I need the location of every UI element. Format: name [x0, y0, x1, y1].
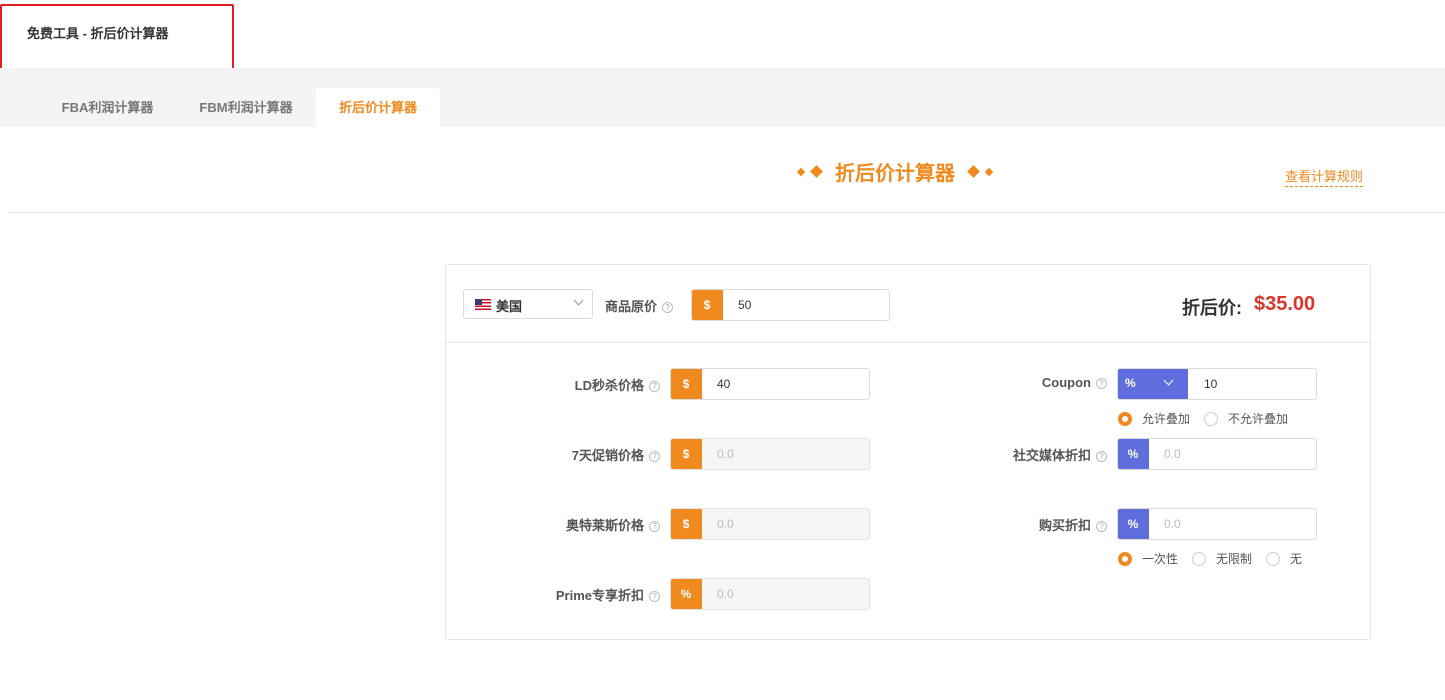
prime-discount-placeholder: 0.0	[717, 587, 734, 601]
calculator-card: 美国 商品原价? $ 50 折后价: $35.00 LD秒杀价格? $ 40 7…	[445, 264, 1371, 640]
seven-day-price-label: 7天促销价格?	[572, 445, 660, 464]
ld-price-value: 40	[717, 377, 731, 391]
radio-button-selected[interactable]	[1118, 411, 1132, 426]
purchase-discount-input[interactable]: % 0.0	[1117, 508, 1317, 540]
tab-bar: FBA利润计算器 FBM利润计算器 折后价计算器	[0, 68, 1445, 127]
page-title-group: 折后价计算器	[796, 157, 994, 186]
ld-price-label: LD秒杀价格?	[575, 375, 660, 394]
top-bar: 免费工具 - 折后价计算器	[0, 0, 1445, 77]
radio-button-selected[interactable]	[1118, 551, 1132, 566]
purchase-discount-label: 购买折扣?	[1039, 515, 1107, 534]
radio-allow-stacking[interactable]: 允许叠加	[1118, 410, 1190, 427]
page-title: 折后价计算器	[835, 163, 955, 185]
help-icon[interactable]: ?	[662, 302, 674, 313]
percent-prefix: %	[1118, 509, 1149, 539]
highlight-box	[0, 4, 234, 77]
seven-day-price-placeholder: 0.0	[717, 447, 734, 461]
prime-discount-input[interactable]: % 0.0	[670, 578, 870, 610]
original-price-input[interactable]: $ 50	[691, 289, 890, 321]
ld-price-input[interactable]: $ 40	[670, 368, 870, 400]
help-icon[interactable]: ?	[649, 381, 660, 392]
social-discount-placeholder: 0.0	[1164, 447, 1181, 461]
diamond-icon	[967, 165, 980, 178]
main-content: 折后价计算器 查看计算规则 美国 商品原价? $ 50 折后价: $35.00	[8, 127, 1445, 700]
us-flag-icon	[475, 299, 491, 310]
chevron-down-icon	[1163, 375, 1174, 386]
outlet-price-input[interactable]: $ 0.0	[670, 508, 870, 540]
coupon-type-select[interactable]: %	[1118, 369, 1188, 399]
help-icon[interactable]: ?	[1096, 521, 1107, 532]
help-icon[interactable]: ?	[1096, 451, 1107, 462]
prime-discount-label: Prime专享折扣?	[556, 585, 660, 604]
coupon-input[interactable]: % 10	[1117, 368, 1317, 400]
title-row: 折后价计算器 查看计算规则	[8, 127, 1445, 213]
dollar-prefix: $	[671, 369, 702, 399]
outlet-price-label: 奥特莱斯价格?	[566, 515, 660, 534]
social-discount-label: 社交媒体折扣?	[1013, 445, 1107, 464]
purchase-discount-options: 一次性 无限制 无	[1118, 550, 1316, 567]
radio-disallow-stacking[interactable]: 不允许叠加	[1204, 410, 1288, 427]
view-rules-link[interactable]: 查看计算规则	[1285, 166, 1364, 187]
radio-button[interactable]	[1192, 551, 1207, 566]
percent-prefix: %	[1118, 439, 1149, 469]
radio-unlimited[interactable]: 无限制	[1192, 550, 1252, 567]
social-discount-input[interactable]: % 0.0	[1117, 438, 1317, 470]
original-price-label: 商品原价?	[605, 296, 674, 315]
tab-fbm-calculator[interactable]: FBM利润计算器	[178, 88, 314, 127]
coupon-type-value: %	[1125, 376, 1136, 390]
outlet-price-placeholder: 0.0	[717, 517, 734, 531]
tab-fba-calculator[interactable]: FBA利润计算器	[40, 88, 175, 127]
dollar-prefix: $	[671, 509, 702, 539]
radio-one-time[interactable]: 一次性	[1118, 550, 1178, 567]
chevron-down-icon	[573, 295, 584, 306]
result-label: 折后价:	[1182, 298, 1242, 318]
help-icon[interactable]: ?	[649, 591, 660, 602]
radio-none[interactable]: 无	[1266, 550, 1302, 567]
purchase-discount-placeholder: 0.0	[1164, 517, 1181, 531]
radio-button[interactable]	[1266, 551, 1281, 566]
dollar-prefix: $	[692, 290, 723, 320]
diamond-icon	[810, 165, 823, 178]
help-icon[interactable]: ?	[649, 451, 660, 462]
tab-discount-calculator[interactable]: 折后价计算器	[316, 88, 440, 127]
dollar-prefix: $	[671, 439, 702, 469]
help-icon[interactable]: ?	[649, 521, 660, 532]
percent-prefix: %	[671, 579, 702, 609]
diamond-icon	[796, 167, 806, 176]
seven-day-price-input[interactable]: $ 0.0	[670, 438, 870, 470]
country-value: 美国	[496, 299, 523, 314]
card-header: 美国 商品原价? $ 50 折后价: $35.00	[446, 265, 1370, 343]
country-select[interactable]: 美国	[463, 289, 593, 319]
original-price-value: 50	[738, 298, 752, 312]
coupon-label: Coupon?	[1042, 375, 1107, 390]
coupon-stacking-options: 允许叠加 不允许叠加	[1118, 410, 1302, 427]
result-value: $35.00	[1254, 293, 1316, 315]
help-icon[interactable]: ?	[1096, 378, 1107, 389]
coupon-value: 10	[1204, 377, 1218, 391]
radio-button[interactable]	[1204, 411, 1219, 426]
diamond-icon	[984, 167, 994, 176]
